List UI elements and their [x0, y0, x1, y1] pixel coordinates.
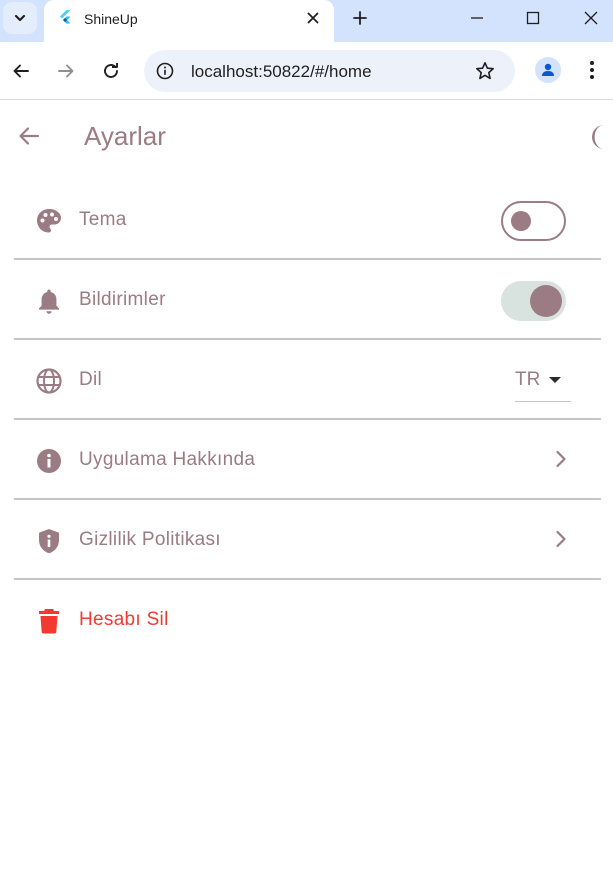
notifications-switch[interactable] [501, 281, 566, 321]
settings-item-theme[interactable]: Tema [14, 180, 601, 260]
dropdown-arrow-icon [549, 377, 561, 383]
new-tab-button[interactable] [348, 6, 372, 30]
star-icon [476, 62, 494, 80]
info-icon [37, 449, 61, 473]
palette-icon [37, 209, 61, 233]
flutter-icon [60, 10, 71, 24]
minimize-icon [471, 17, 483, 19]
address-bar[interactable]: localhost:50822/#/home [144, 50, 515, 92]
theme-switch[interactable] [501, 201, 566, 241]
switch-knob [530, 285, 562, 317]
maximize-icon [526, 11, 540, 25]
tab-close-button[interactable] [303, 8, 323, 28]
settings-list: Tema Bildirimler Dil TR Uygulama Hakkınd… [14, 180, 601, 660]
browser-tab-strip: ShineUp [0, 0, 613, 42]
settings-item-label: Bildirimler [79, 289, 166, 310]
arrow-right-icon [58, 64, 74, 78]
close-icon [584, 11, 598, 25]
settings-item-delete-account[interactable]: Hesabı Sil [14, 580, 601, 660]
maximize-button[interactable] [521, 6, 545, 30]
info-icon [156, 62, 174, 80]
settings-item-label: Uygulama Hakkında [79, 449, 256, 470]
shield-icon [39, 529, 59, 554]
language-value: TR [515, 369, 541, 390]
reload-button[interactable] [98, 58, 124, 84]
minimize-button[interactable] [465, 6, 489, 30]
bell-icon [39, 289, 59, 314]
theme-toggle-button[interactable] [584, 123, 613, 151]
chevron-right-icon [550, 527, 572, 551]
tab-search-button[interactable] [3, 2, 37, 34]
settings-item-label: Tema [79, 209, 127, 230]
settings-item-privacy[interactable]: Gizlilik Politikası [14, 500, 601, 580]
language-dropdown[interactable]: TR [515, 360, 571, 402]
arrow-left-icon [19, 127, 40, 145]
switch-knob [511, 211, 531, 231]
arrow-left-icon [13, 64, 29, 78]
settings-item-label: Dil [79, 369, 103, 390]
plus-icon [353, 11, 367, 25]
chevron-down-icon [14, 14, 26, 22]
profile-button[interactable] [535, 57, 561, 83]
settings-item-about[interactable]: Uygulama Hakkında [14, 420, 601, 500]
chevron-right-icon [550, 447, 572, 471]
forward-button[interactable] [53, 58, 79, 84]
delete-account-label: Hesabı Sil [79, 609, 169, 630]
app-bar: Ayarlar [0, 101, 613, 171]
back-button[interactable] [16, 123, 42, 149]
url-text: localhost:50822/#/home [191, 62, 372, 81]
page-title: Ayarlar [84, 121, 166, 151]
site-info-button[interactable] [155, 61, 175, 81]
globe-icon [36, 368, 62, 394]
settings-item-label: Gizlilik Politikası [79, 529, 221, 550]
back-button[interactable] [8, 58, 34, 84]
tab-title: ShineUp [84, 11, 138, 27]
kebab-icon [590, 61, 594, 79]
close-icon [307, 12, 319, 24]
person-icon [542, 63, 554, 76]
moon-icon [592, 125, 604, 149]
reload-icon [104, 63, 118, 78]
close-window-button[interactable] [579, 6, 603, 30]
browser-menu-button[interactable] [581, 57, 603, 83]
bookmark-button[interactable] [473, 59, 497, 83]
settings-item-language[interactable]: Dil TR [14, 340, 601, 420]
browser-toolbar: localhost:50822/#/home [0, 42, 613, 100]
settings-item-notifications[interactable]: Bildirimler [14, 260, 601, 340]
browser-tab[interactable]: ShineUp [44, 0, 334, 42]
trash-icon [39, 609, 59, 634]
